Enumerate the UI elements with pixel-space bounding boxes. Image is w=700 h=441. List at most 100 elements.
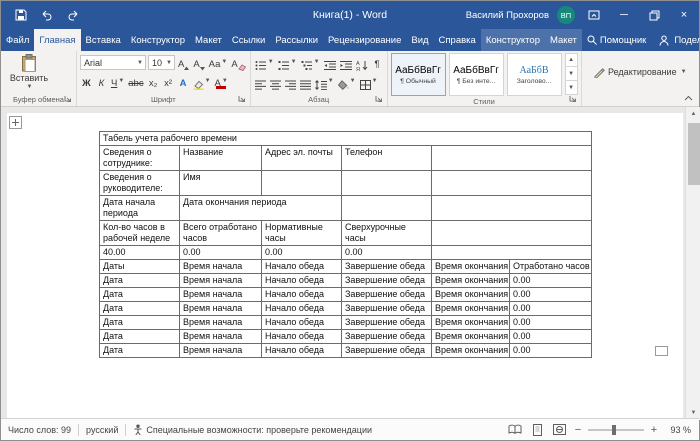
- table-cell[interactable]: Начало обеда: [262, 316, 342, 330]
- paste-button[interactable]: Вставить ▼: [4, 53, 54, 91]
- read-mode-button[interactable]: [507, 422, 523, 438]
- tab-home[interactable]: Главная: [34, 29, 80, 51]
- table-cell[interactable]: Табель учета рабочего времени: [100, 132, 592, 146]
- borders-button[interactable]: ▼: [359, 74, 379, 90]
- table-cell[interactable]: Название: [180, 146, 262, 171]
- close-button[interactable]: ×: [673, 4, 695, 26]
- zoom-level[interactable]: 93 %: [665, 425, 691, 435]
- table-cell[interactable]: Время начала: [180, 302, 262, 316]
- table-cell[interactable]: Время окончания: [432, 274, 510, 288]
- align-right-button[interactable]: [284, 74, 297, 90]
- table-cell[interactable]: 0.00: [510, 302, 592, 316]
- tab-design[interactable]: Конструктор: [126, 29, 190, 51]
- table-cell[interactable]: Время начала: [180, 260, 262, 274]
- maximize-button[interactable]: [643, 4, 665, 26]
- table-cell[interactable]: Время начала: [180, 330, 262, 344]
- tab-layout[interactable]: Макет: [190, 29, 227, 51]
- shading-button[interactable]: ▼: [337, 74, 357, 90]
- increase-indent-button[interactable]: [339, 55, 353, 71]
- table-cell[interactable]: Завершение обеда: [342, 274, 432, 288]
- table-cell[interactable]: 0.00: [510, 316, 592, 330]
- tab-table-layout[interactable]: Макет: [545, 29, 582, 51]
- font-color-button[interactable]: А▼: [214, 74, 229, 90]
- numbering-button[interactable]: ▼: [277, 55, 298, 71]
- font-name-combobox[interactable]: Arial▼: [80, 55, 146, 70]
- table-cell[interactable]: Завершение обеда: [342, 316, 432, 330]
- table-cell[interactable]: Дата: [100, 288, 180, 302]
- web-layout-button[interactable]: [551, 422, 567, 438]
- scrollbar-thumb[interactable]: [688, 123, 700, 185]
- strikethrough-button[interactable]: abc: [127, 74, 144, 90]
- styles-scroll-down-button[interactable]: ▼: [565, 67, 578, 81]
- line-spacing-button[interactable]: ▼: [314, 74, 335, 90]
- tab-review[interactable]: Рецензирование: [323, 29, 406, 51]
- table-cell[interactable]: Дата: [100, 316, 180, 330]
- table-cell[interactable]: Завершение обеда: [342, 302, 432, 316]
- table-cell[interactable]: Сведения о сотруднике:: [100, 146, 180, 171]
- table-cell[interactable]: 0.00: [262, 246, 342, 260]
- zoom-slider-thumb[interactable]: [612, 425, 616, 435]
- table-cell[interactable]: Даты: [100, 260, 180, 274]
- table-cell[interactable]: [432, 221, 592, 246]
- font-size-combobox[interactable]: 10▼: [148, 55, 175, 70]
- table-move-handle[interactable]: [9, 116, 22, 129]
- tab-file[interactable]: Файл: [1, 29, 34, 51]
- editing-menu-button[interactable]: Редактирование ▼: [585, 53, 696, 91]
- scroll-up-arrow[interactable]: ▲: [686, 107, 700, 121]
- table-cell[interactable]: 0.00: [180, 246, 262, 260]
- table-cell[interactable]: Сверхурочные часы: [342, 221, 432, 246]
- table-cell[interactable]: 0.00: [510, 274, 592, 288]
- underline-button[interactable]: Ч▼: [110, 74, 125, 90]
- grow-font-button[interactable]: А: [177, 55, 190, 71]
- clipboard-dialog-launcher[interactable]: [64, 95, 73, 104]
- table-cell[interactable]: Дата: [100, 302, 180, 316]
- table-cell[interactable]: Начало обеда: [262, 288, 342, 302]
- minimize-button[interactable]: ─: [613, 4, 635, 26]
- table-cell[interactable]: Адрес эл. почты: [262, 146, 342, 171]
- zoom-in-button[interactable]: +: [649, 424, 659, 436]
- tab-table-design[interactable]: Конструктор: [481, 29, 545, 51]
- tab-insert[interactable]: Вставка: [81, 29, 126, 51]
- table-cell[interactable]: [342, 196, 432, 221]
- style-no-spacing[interactable]: АаБбВвГг ¶ Без инте...: [449, 53, 504, 96]
- zoom-out-button[interactable]: −: [573, 424, 583, 436]
- table-cell[interactable]: Завершение обеда: [342, 260, 432, 274]
- superscript-button[interactable]: x²: [162, 74, 175, 90]
- table-cell[interactable]: Завершение обеда: [342, 330, 432, 344]
- table-resize-handle[interactable]: [655, 346, 668, 356]
- print-layout-button[interactable]: [529, 422, 545, 438]
- align-center-button[interactable]: [269, 74, 282, 90]
- table-cell[interactable]: Время окончания: [432, 288, 510, 302]
- table-cell[interactable]: Дата начала периода: [100, 196, 180, 221]
- tab-help[interactable]: Справка: [434, 29, 481, 51]
- table-cell[interactable]: 40.00: [100, 246, 180, 260]
- table-cell[interactable]: Дата окончания периода: [180, 196, 342, 221]
- subscript-button[interactable]: x₂: [147, 74, 160, 90]
- word-count[interactable]: Число слов: 99: [1, 419, 78, 440]
- sort-button[interactable]: АЯ: [355, 55, 369, 71]
- ribbon-display-options-button[interactable]: [583, 4, 605, 26]
- styles-scroll-up-button[interactable]: ▲: [565, 53, 578, 67]
- show-paragraph-marks-button[interactable]: ¶: [371, 55, 384, 71]
- zoom-slider[interactable]: [588, 429, 644, 431]
- justify-button[interactable]: [299, 74, 312, 90]
- redo-button[interactable]: [65, 7, 81, 23]
- table-cell[interactable]: Начало обеда: [262, 260, 342, 274]
- decrease-indent-button[interactable]: [323, 55, 337, 71]
- table-cell[interactable]: Время начала: [180, 344, 262, 358]
- table-cell[interactable]: Дата: [100, 330, 180, 344]
- tell-me-search[interactable]: Помощник: [582, 29, 651, 51]
- table-cell[interactable]: Отработано часов: [510, 260, 592, 274]
- table-cell[interactable]: Время окончания: [432, 330, 510, 344]
- share-button[interactable]: Поделиться: [651, 29, 700, 51]
- table-cell[interactable]: Время начала: [180, 274, 262, 288]
- bullets-button[interactable]: ▼: [254, 55, 275, 71]
- tab-view[interactable]: Вид: [406, 29, 433, 51]
- vertical-scrollbar[interactable]: ▲ ▼: [685, 107, 700, 420]
- table-cell[interactable]: Время окончания: [432, 302, 510, 316]
- multilevel-list-button[interactable]: ▼: [300, 55, 321, 71]
- table-cell[interactable]: Нормативные часы: [262, 221, 342, 246]
- font-dialog-launcher[interactable]: [238, 95, 247, 104]
- shrink-font-button[interactable]: А: [192, 55, 205, 71]
- table-cell[interactable]: [432, 196, 592, 221]
